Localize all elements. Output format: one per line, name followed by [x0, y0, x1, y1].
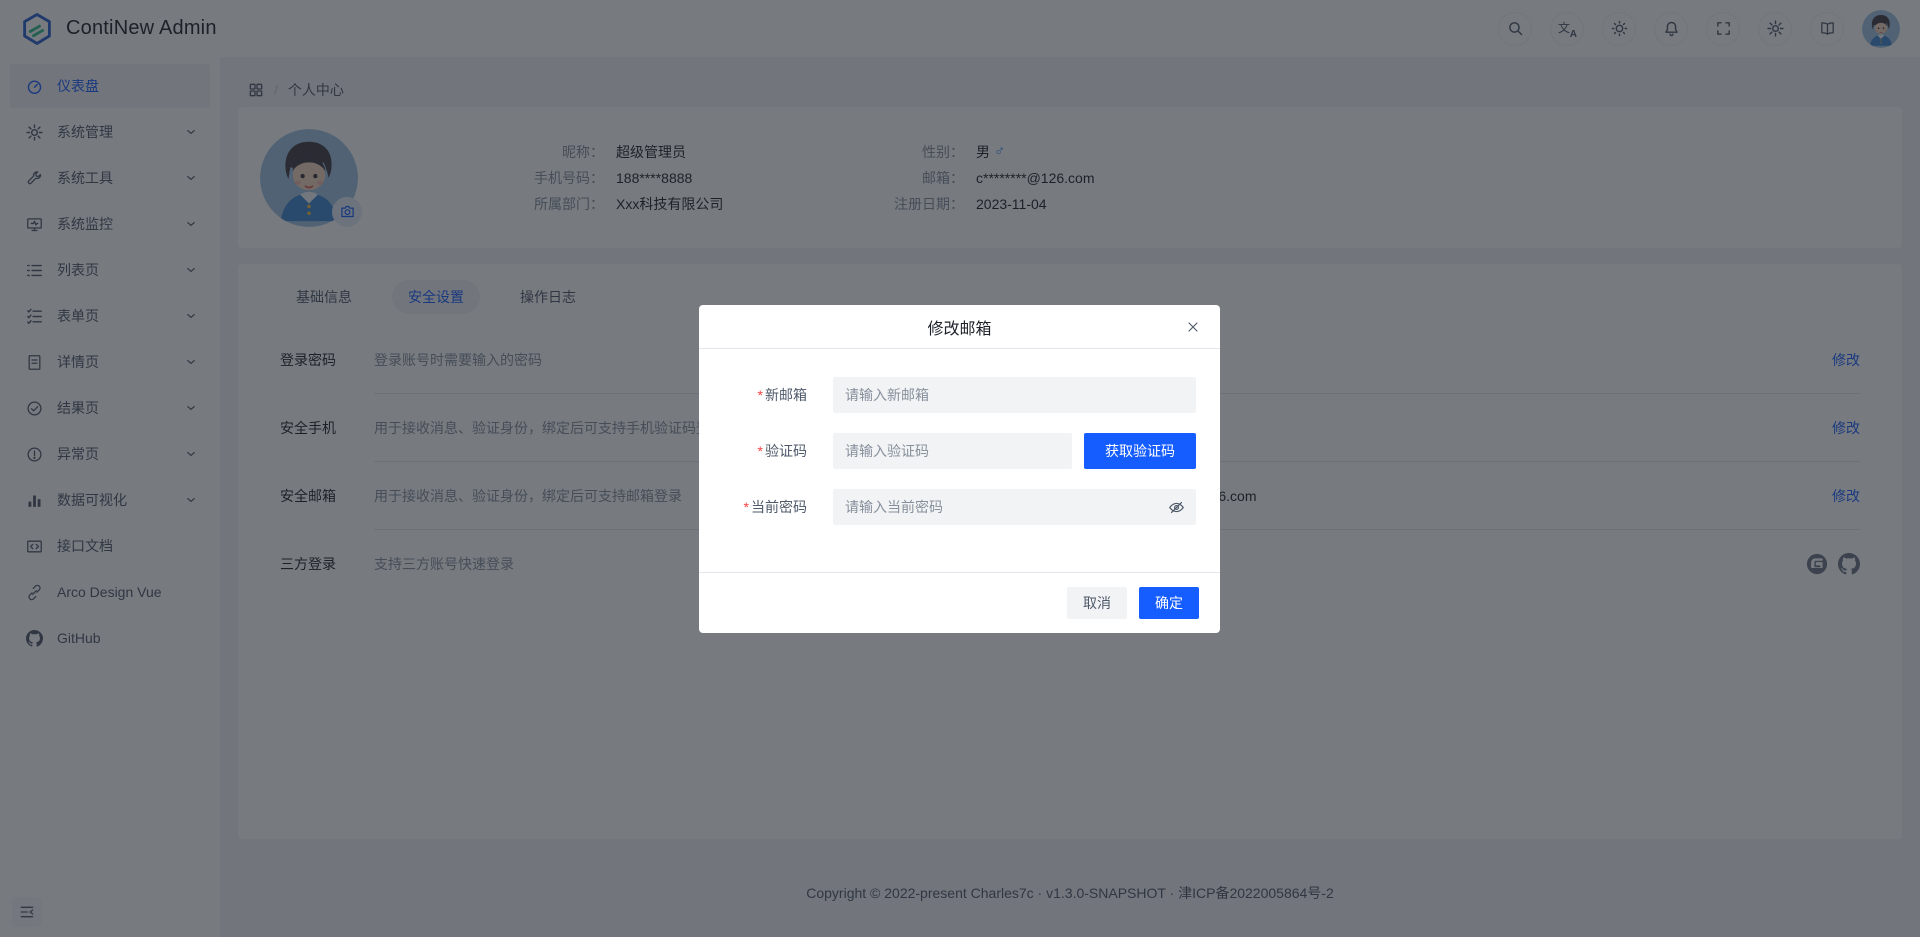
modal-title: 修改邮箱 — [927, 315, 991, 339]
verify-code-input-wrap: 获取验证码 — [833, 433, 1196, 469]
cancel-button[interactable]: 取消 — [1067, 587, 1127, 619]
modal-body: *新邮箱 *验证码 获取验证码 *当前密码 — [699, 349, 1220, 525]
current-password-input[interactable] — [833, 489, 1196, 525]
confirm-button[interactable]: 确定 — [1139, 587, 1199, 619]
new-email-input[interactable] — [833, 377, 1196, 413]
change-email-modal: 修改邮箱 *新邮箱 *验证码 获取验证码 *当前密码 — [699, 305, 1220, 633]
required-asterisk: * — [758, 443, 763, 459]
modal-footer: 取消 确定 — [699, 572, 1220, 633]
form-row-verify-code: *验证码 获取验证码 — [699, 433, 1196, 469]
eye-invisible-icon[interactable] — [1168, 498, 1186, 516]
form-row-new-email: *新邮箱 — [699, 377, 1196, 413]
verify-code-label: *验证码 — [699, 441, 807, 461]
verify-code-input[interactable] — [833, 433, 1072, 469]
form-row-current-password: *当前密码 — [699, 489, 1196, 525]
close-icon[interactable] — [1184, 318, 1202, 336]
new-email-label: *新邮箱 — [699, 385, 807, 405]
required-asterisk: * — [758, 387, 763, 403]
current-password-input-wrap — [833, 489, 1196, 525]
new-email-input-wrap — [833, 377, 1196, 413]
required-asterisk: * — [744, 499, 749, 515]
current-password-label: *当前密码 — [699, 497, 807, 517]
modal-header: 修改邮箱 — [699, 305, 1220, 349]
get-code-button[interactable]: 获取验证码 — [1084, 433, 1196, 469]
